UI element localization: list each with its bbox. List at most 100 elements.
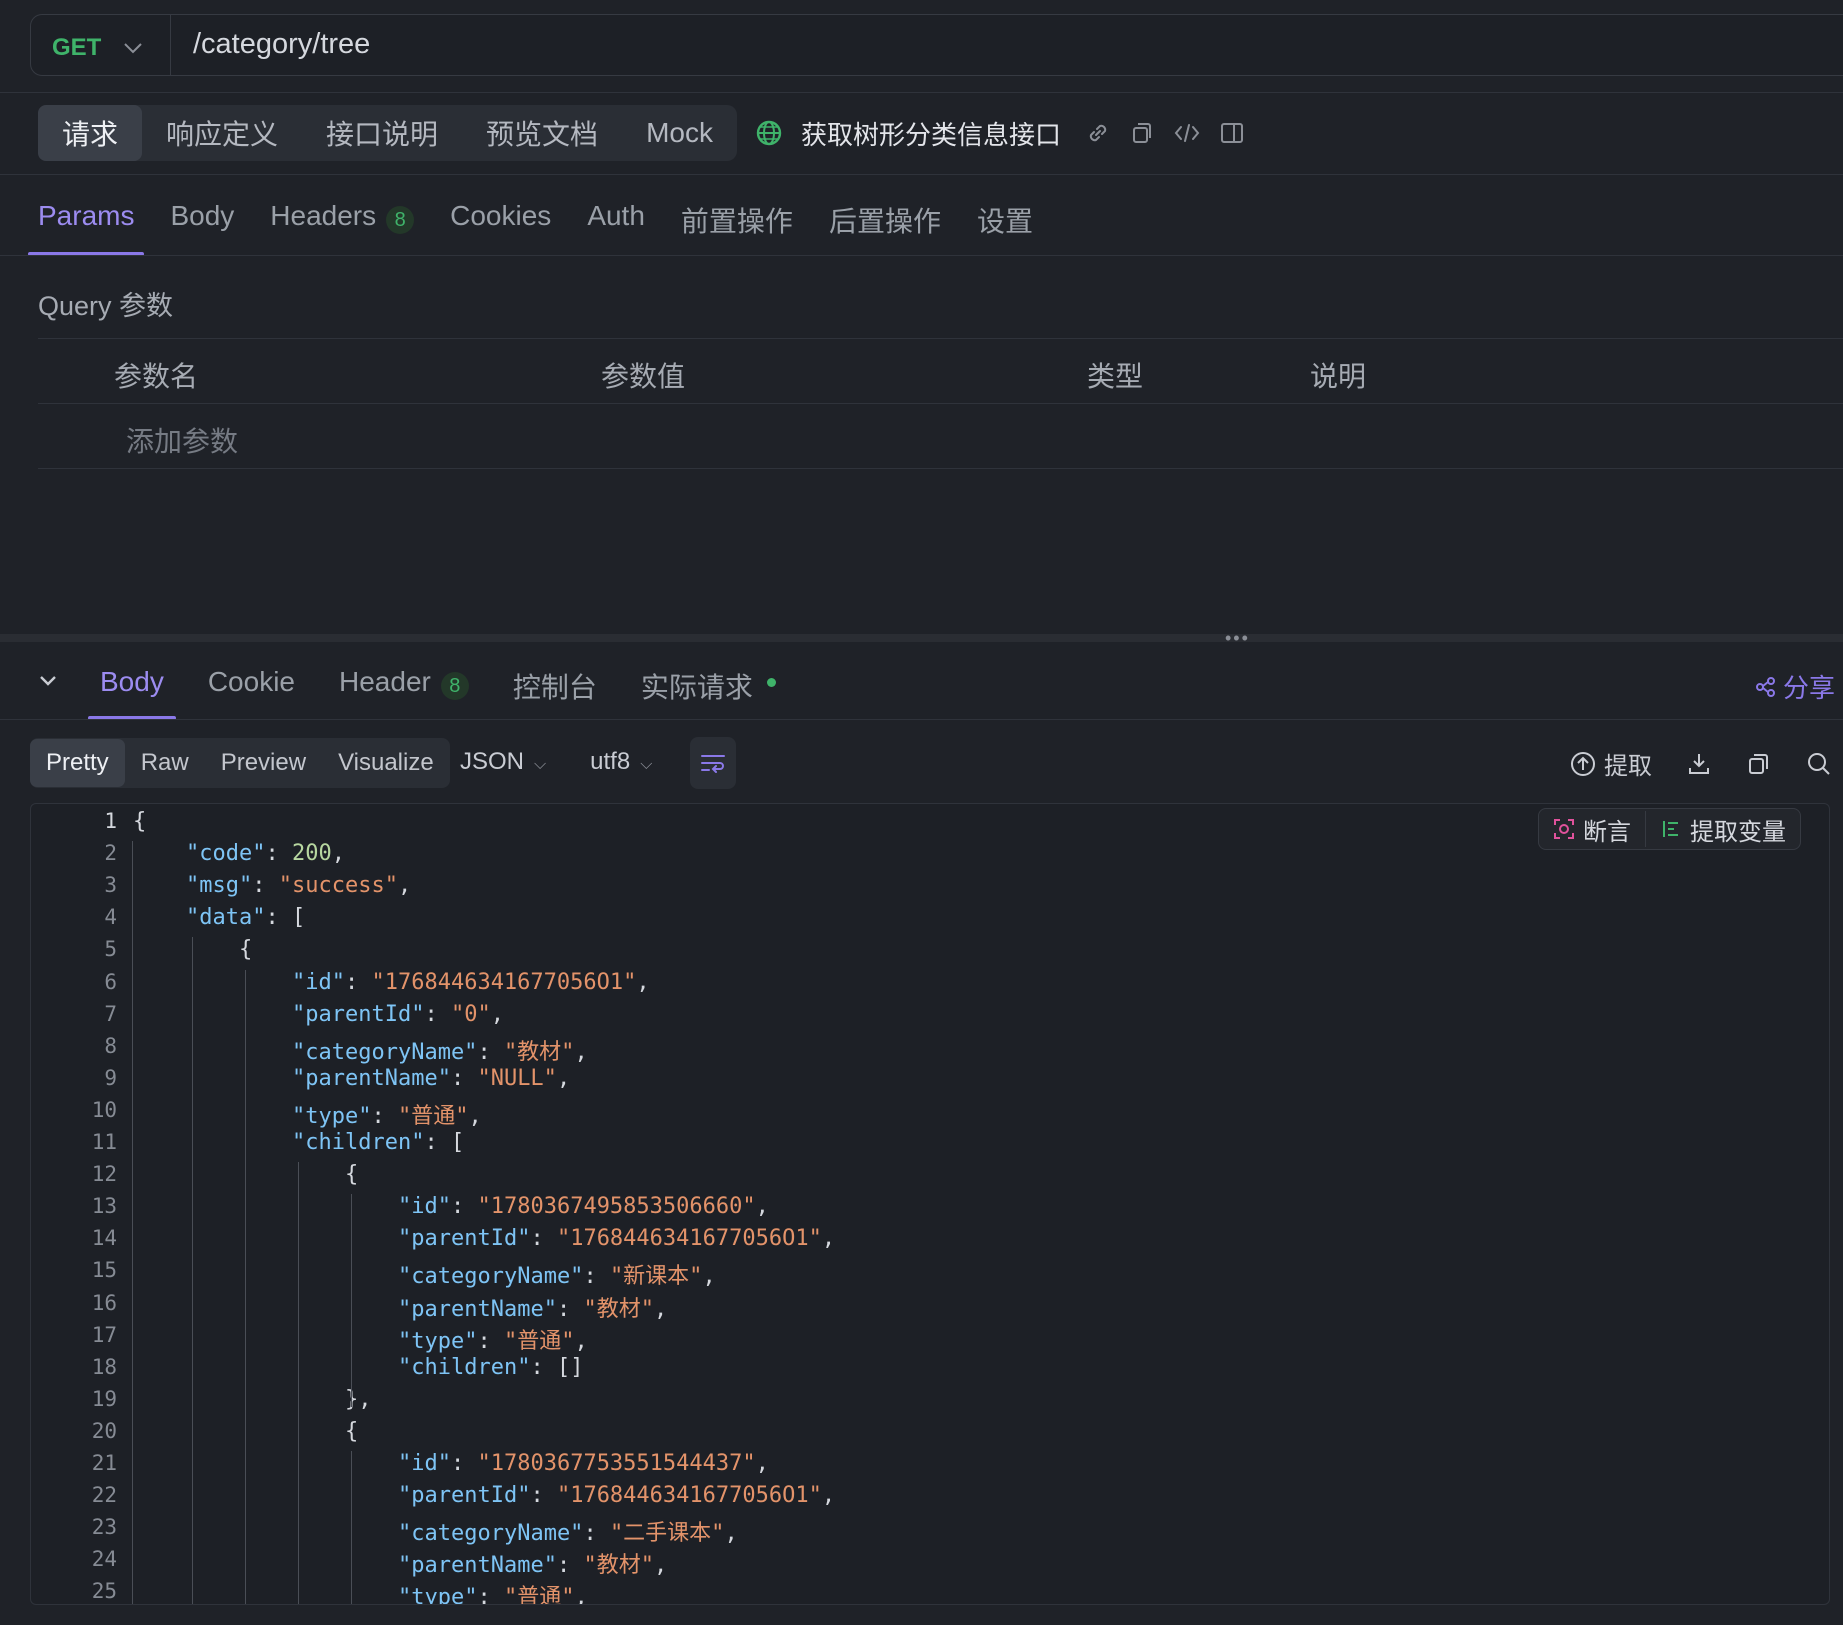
extract-variable-button[interactable]: 提取变量	[1646, 809, 1800, 849]
view-pretty[interactable]: Pretty	[30, 739, 125, 787]
code-token: ,	[702, 1264, 716, 1290]
api-name[interactable]: 获取树形分类信息接口	[801, 115, 1061, 152]
code-token: ,	[755, 1194, 769, 1220]
collapse-chevron-icon[interactable]	[38, 660, 58, 694]
panel-resize-handle[interactable]	[0, 634, 1843, 642]
extract-variable-label: 提取变量	[1690, 818, 1786, 846]
code-token: :	[450, 1451, 478, 1476]
code-token: :	[252, 873, 279, 899]
tab-actual-request-label: 实际请求	[640, 672, 753, 703]
tab-mock[interactable]: Mock	[622, 105, 737, 161]
code-token: : []	[530, 1354, 584, 1380]
code-token: "1780367753551544437"	[477, 1451, 756, 1476]
divider	[38, 468, 1843, 469]
share-label: 分享	[1783, 673, 1836, 703]
code-token: "parentName"	[398, 1296, 557, 1322]
code-token: ,	[653, 1296, 668, 1322]
chevron-down-icon: ⌵	[640, 756, 653, 773]
tab-auth[interactable]: Auth	[587, 196, 645, 256]
url-input[interactable]: /category/tree	[193, 28, 370, 61]
code-token: ,	[574, 1585, 588, 1605]
tab-preview-doc[interactable]: 预览文档	[462, 105, 622, 161]
tab-actual-request[interactable]: 实际请求	[641, 660, 776, 720]
tab-response-cookie[interactable]: Cookie	[208, 660, 295, 720]
code-token: "parentId"	[292, 1001, 425, 1027]
code-token: :	[450, 1194, 478, 1220]
tab-response-header-label: Header	[339, 666, 431, 697]
code-token: ,	[490, 1001, 504, 1027]
link-icon[interactable]	[1085, 120, 1111, 146]
line-number: 10	[91, 1097, 117, 1122]
code-token: ,	[574, 1328, 588, 1354]
word-wrap-button[interactable]	[690, 737, 736, 789]
line-number: 18	[91, 1354, 117, 1379]
code-token: {	[239, 937, 253, 963]
format-selectors: JSON ⌵ utf8 ⌵	[460, 748, 652, 776]
tab-api-description[interactable]: 接口说明	[302, 105, 462, 161]
indent-guide	[132, 841, 133, 1604]
line-number: 19	[91, 1386, 117, 1411]
divider	[0, 174, 1843, 175]
code-token: "data"	[186, 905, 266, 931]
copy-icon[interactable]	[1746, 751, 1772, 777]
download-icon[interactable]	[1686, 751, 1712, 777]
code-token: "id"	[398, 1194, 451, 1220]
code-token: "普通"	[503, 1585, 575, 1605]
tab-headers[interactable]: Headers 8	[270, 196, 415, 256]
upload-circle-icon	[1571, 751, 1595, 776]
tab-response-body[interactable]: Body	[88, 660, 176, 720]
line-number: 1	[104, 809, 117, 833]
tab-cookies[interactable]: Cookies	[450, 196, 551, 256]
view-raw[interactable]: Raw	[125, 739, 205, 787]
tab-post-operations[interactable]: 后置操作	[829, 196, 941, 256]
indent-guide	[245, 969, 246, 1604]
code-token: :	[450, 1065, 478, 1091]
code-token: "1768446341677056O1"	[556, 1483, 822, 1509]
tab-params[interactable]: Params	[27, 196, 145, 256]
line-number: 24	[91, 1547, 117, 1572]
response-code-viewer[interactable]: 1 2 3 4 5 6 7 8 9 10 11 12 13 14 15 16 17 18 19 20 21 22 23 24 2…	[30, 803, 1830, 1605]
column-type: 类型	[1087, 361, 1144, 392]
code-token: "categoryName"	[292, 1039, 478, 1065]
copy-icon[interactable]	[1129, 120, 1155, 146]
code-token: :	[583, 1521, 610, 1547]
code-line: {	[345, 1419, 358, 1444]
code-token: "0"	[450, 1001, 491, 1027]
line-number: 7	[104, 1001, 117, 1026]
view-preview[interactable]: Preview	[205, 739, 322, 787]
line-number: 17	[91, 1322, 117, 1347]
code-icon[interactable]	[1173, 120, 1201, 146]
tab-response-definition[interactable]: 响应定义	[142, 105, 302, 161]
panel-layout-icon[interactable]	[1219, 120, 1245, 146]
tab-request[interactable]: 请求	[38, 105, 143, 161]
share-button[interactable]: 分享	[1755, 668, 1835, 705]
code-token: ,	[331, 841, 345, 867]
code-token: "parentName"	[398, 1553, 557, 1579]
code-token: ,	[755, 1451, 769, 1476]
add-param-input[interactable]: 添加参数	[126, 420, 238, 460]
drag-handle-icon[interactable]: •••	[1225, 628, 1250, 649]
tab-settings[interactable]: 设置	[977, 196, 1033, 256]
line-number: 9	[104, 1065, 117, 1090]
search-icon[interactable]	[1806, 751, 1832, 777]
code-token: "type"	[398, 1585, 478, 1605]
response-tools: 提取	[1570, 746, 1832, 781]
view-visualize[interactable]: Visualize	[322, 739, 450, 787]
tab-response-header[interactable]: Header 8	[339, 660, 469, 720]
encoding-select[interactable]: utf8 ⌵	[590, 748, 652, 776]
code-token: 200	[291, 841, 332, 867]
extract-button[interactable]: 提取	[1570, 746, 1652, 781]
divider	[0, 255, 1843, 256]
tab-console[interactable]: 控制台	[513, 660, 597, 720]
assert-button[interactable]: 断言	[1539, 809, 1645, 849]
method-select[interactable]: GET	[52, 20, 143, 76]
code-token: :	[530, 1226, 557, 1252]
response-tabs: Body Cookie Header 8 控制台 实际请求	[38, 660, 820, 720]
column-param-value: 参数值	[601, 361, 686, 392]
code-line: "children": []	[398, 1355, 583, 1380]
code-token: "1780367495853506660"	[477, 1194, 756, 1220]
format-select[interactable]: JSON ⌵	[460, 748, 546, 776]
tab-pre-operations[interactable]: 前置操作	[681, 196, 793, 256]
tab-body[interactable]: Body	[170, 196, 234, 256]
extract-label: 提取	[1604, 753, 1652, 780]
